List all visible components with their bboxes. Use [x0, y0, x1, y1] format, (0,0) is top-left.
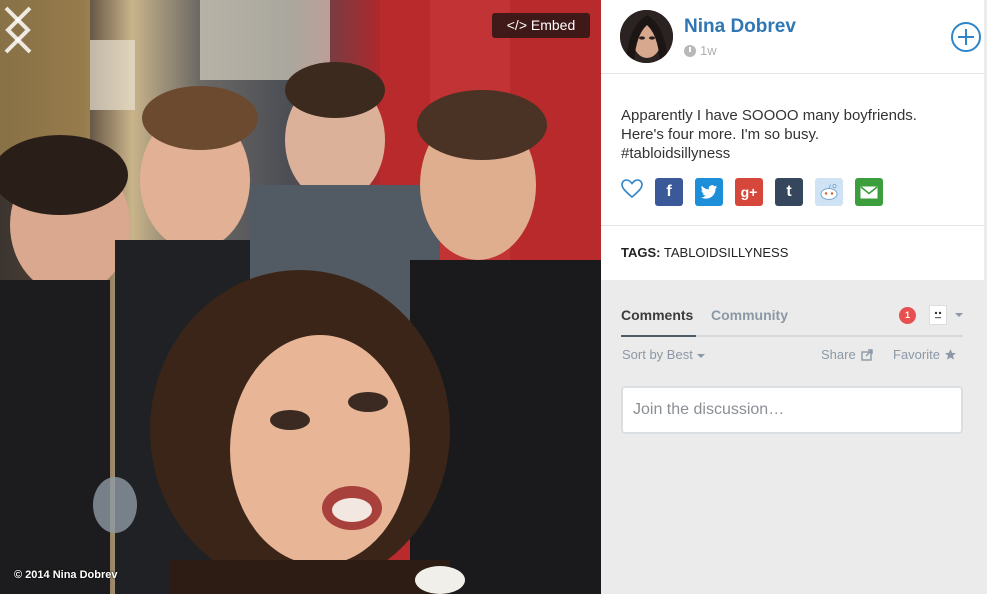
join-discussion-input[interactable] [621, 386, 963, 434]
notification-badge[interactable]: 1 [899, 307, 916, 324]
sort-by-dropdown[interactable]: Sort by Best [622, 347, 705, 362]
embed-button[interactable]: </> Embed [492, 13, 590, 38]
reddit-icon [820, 184, 838, 200]
twitter-icon [700, 184, 718, 199]
user-avatar[interactable] [929, 305, 947, 325]
email-share-button[interactable] [855, 178, 883, 206]
tumblr-share-button[interactable]: t [775, 178, 803, 206]
chevron-down-icon [696, 353, 705, 358]
author-avatar[interactable] [620, 10, 673, 63]
post-header: Nina Dobrev 1w [601, 0, 984, 74]
follow-plus-icon[interactable] [950, 21, 982, 53]
caption-hashtag[interactable]: #tabloidsillyness [621, 144, 966, 163]
post-sidebar: Nina Dobrev 1w Apparently I have SOOOO m… [601, 0, 987, 594]
share-bar: f g+ t [601, 177, 984, 207]
user-menu-caret-icon[interactable] [955, 313, 963, 317]
google-plus-icon: g+ [740, 184, 758, 200]
sort-by-label: Sort by Best [622, 347, 693, 362]
caption-line: Apparently I have SOOOO many boyfriends. [621, 107, 917, 124]
favorite-label: Favorite [893, 347, 940, 362]
clock-icon [684, 44, 696, 57]
author-name[interactable]: Nina Dobrev [684, 16, 796, 38]
page: </> Embed © 2014 Nina Dobrev Nina Dobrev… [0, 0, 987, 594]
star-icon [945, 349, 956, 360]
active-tab-indicator [621, 335, 696, 337]
facebook-share-button[interactable]: f [655, 178, 683, 206]
photo-image [0, 0, 601, 594]
facebook-icon: f [666, 183, 672, 200]
twitter-share-button[interactable] [695, 178, 723, 206]
photo-panel: </> Embed © 2014 Nina Dobrev [0, 0, 601, 594]
post-time: 1w [684, 43, 717, 58]
heart-icon[interactable] [621, 179, 643, 199]
caption-line: Here's four more. I'm so busy. [621, 126, 820, 143]
tab-community[interactable]: Community [711, 307, 788, 323]
tags-label: TAGS: [621, 245, 661, 260]
google-plus-share-button[interactable]: g+ [735, 178, 763, 206]
tag-link[interactable]: TABLOIDSILLYNESS [664, 245, 789, 260]
post-tags: TAGS: TABLOIDSILLYNESS [601, 226, 984, 280]
comments-section: Comments Community 1 Sort by Best Share [601, 282, 987, 594]
envelope-icon [860, 185, 878, 198]
reddit-share-button[interactable] [815, 178, 843, 206]
chevron-right-icon[interactable] [0, 0, 36, 60]
post-caption: Apparently I have SOOOO many boyfriends.… [621, 106, 966, 163]
tumblr-icon: t [786, 183, 792, 200]
tab-comments[interactable]: Comments [621, 307, 693, 323]
post-card: Nina Dobrev 1w Apparently I have SOOOO m… [601, 0, 984, 280]
favorite-button[interactable]: Favorite [893, 347, 957, 362]
photo-copyright: © 2014 Nina Dobrev [14, 569, 118, 581]
share-icon [861, 348, 873, 361]
share-discussion-button[interactable]: Share [821, 347, 874, 362]
share-label: Share [821, 347, 856, 362]
post-time-label: 1w [700, 43, 717, 58]
